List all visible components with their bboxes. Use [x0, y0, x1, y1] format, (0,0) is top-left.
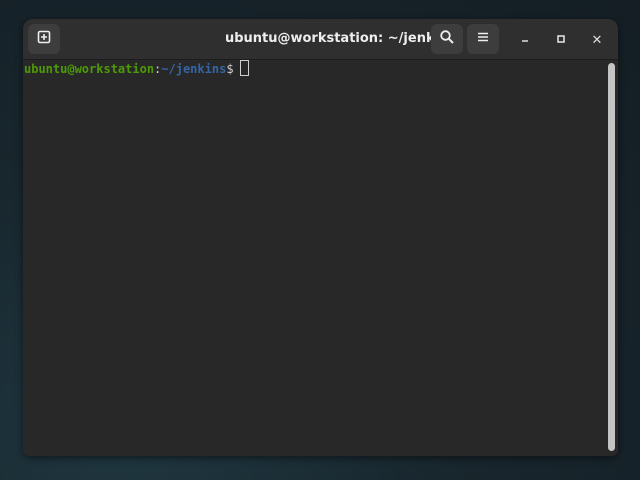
search-button[interactable]: [431, 24, 463, 54]
prompt-line: ubuntu@workstation:~/jenkins$: [24, 60, 249, 76]
minimize-icon: [520, 33, 530, 48]
prompt-path: ~/jenkins: [161, 62, 227, 76]
menu-button[interactable]: [467, 24, 499, 54]
new-tab-button[interactable]: [28, 24, 60, 54]
hamburger-menu-icon: [475, 29, 491, 49]
close-icon: ✕: [591, 32, 603, 48]
prompt-symbol: $: [226, 62, 234, 76]
scrollbar[interactable]: [608, 61, 616, 453]
search-icon: [439, 29, 455, 49]
new-tab-icon: [36, 29, 52, 49]
minimize-button[interactable]: [514, 29, 536, 51]
scrollbar-thumb[interactable]: [608, 63, 615, 451]
close-button[interactable]: ✕: [586, 29, 608, 51]
terminal-area[interactable]: ubuntu@workstation:~/jenkins$: [23, 60, 606, 456]
text-cursor: [239, 60, 249, 76]
title-bar[interactable]: ubuntu@workstation: ~/jenkins ✕: [23, 19, 618, 60]
maximize-icon: [556, 33, 566, 48]
terminal-window: ubuntu@workstation: ~/jenkins ✕ ubuntu@w…: [23, 19, 618, 456]
maximize-button[interactable]: [550, 29, 572, 51]
prompt-user: ubuntu@workstation: [24, 62, 155, 76]
